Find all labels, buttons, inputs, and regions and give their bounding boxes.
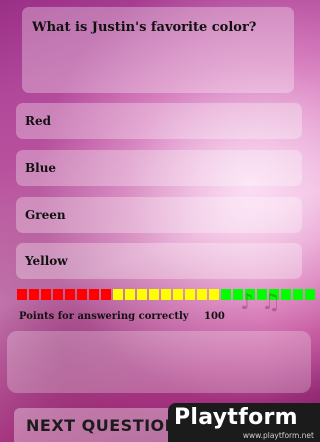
meter-segment xyxy=(221,289,231,300)
meter-segment xyxy=(41,289,51,300)
meter-segment xyxy=(293,289,303,300)
answer-label: Yellow xyxy=(25,254,68,268)
next-question-button[interactable]: NEXT QUESTION xyxy=(14,408,189,442)
meter-segment xyxy=(281,289,291,300)
answer-option-yellow[interactable]: Yellow xyxy=(16,243,302,279)
meter-segment xyxy=(173,289,183,300)
answer-label: Blue xyxy=(25,161,57,175)
playtform-logo: Playtform www.playtform.net xyxy=(168,403,320,442)
meter-segment xyxy=(209,289,219,300)
next-question-label: NEXT QUESTION xyxy=(26,415,179,435)
answer-label: Green xyxy=(25,208,66,222)
meter-segment xyxy=(101,289,111,300)
feedback-panel xyxy=(7,331,311,393)
answer-option-red[interactable]: Red xyxy=(16,103,302,139)
question-text: What is Justin's favorite color? xyxy=(32,20,257,35)
meter-segment xyxy=(77,289,87,300)
meter-segment xyxy=(161,289,171,300)
brand-name: Playtform xyxy=(174,405,298,430)
points-value: 100 xyxy=(204,311,225,322)
meter-segment xyxy=(305,289,315,300)
meter-segment xyxy=(137,289,147,300)
music-notes-decoration: ♪ ♫ xyxy=(240,290,281,315)
points-label: Points for answering correctly xyxy=(19,311,189,322)
answer-option-blue[interactable]: Blue xyxy=(16,150,302,186)
meter-segment xyxy=(53,289,63,300)
answer-label: Red xyxy=(25,114,51,128)
question-card: What is Justin's favorite color? xyxy=(22,7,294,93)
brand-url: www.playtform.net xyxy=(242,431,314,440)
meter-segment xyxy=(29,289,39,300)
meter-segment xyxy=(149,289,159,300)
meter-segment xyxy=(125,289,135,300)
meter-segment xyxy=(65,289,75,300)
answer-option-green[interactable]: Green xyxy=(16,197,302,233)
meter-segment xyxy=(197,289,207,300)
meter-segment xyxy=(185,289,195,300)
meter-segment xyxy=(17,289,27,300)
meter-segment xyxy=(89,289,99,300)
meter-segment xyxy=(113,289,123,300)
